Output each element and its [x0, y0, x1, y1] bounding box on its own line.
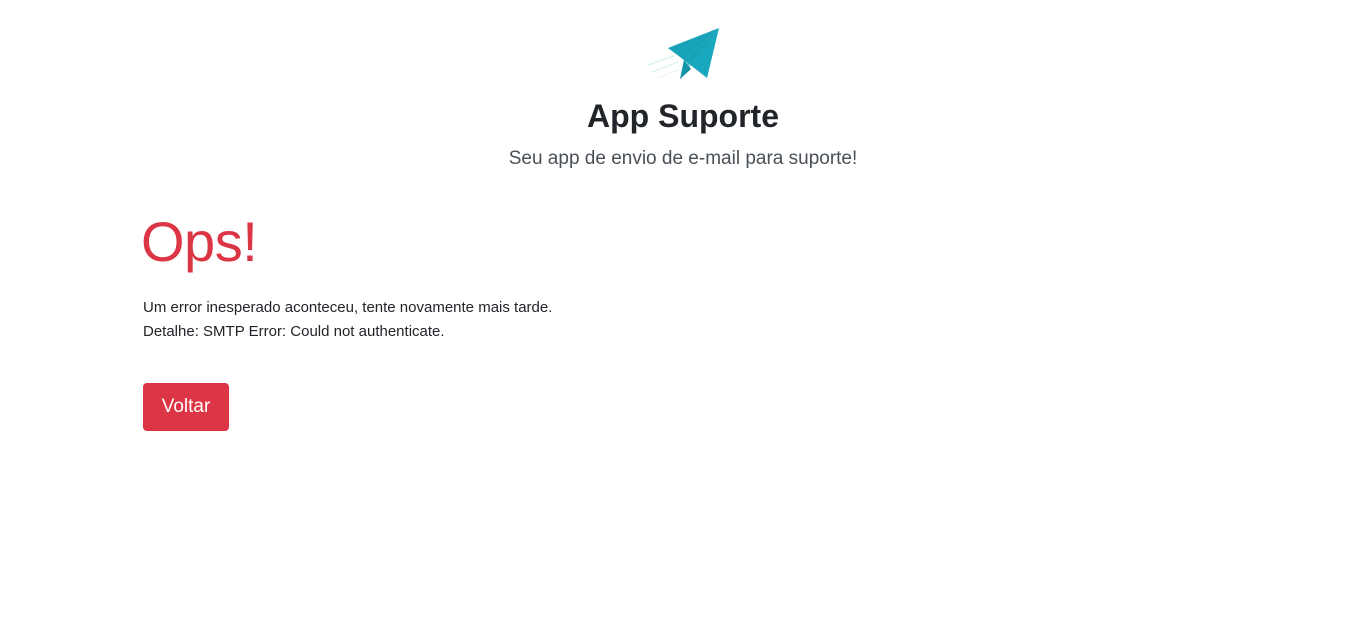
error-detail: Detalhe: SMTP Error: Could not authentic… [143, 323, 445, 340]
error-message: Um error inesperado aconteceu, tente nov… [143, 299, 553, 316]
app-subtitle: Seu app de envio de e-mail para suporte! [508, 148, 858, 169]
error-message-block: Um error inesperado aconteceu, tente nov… [143, 296, 552, 344]
back-button[interactable]: Voltar [143, 383, 229, 431]
error-title: Ops! [141, 210, 258, 273]
app-title: App Suporte [587, 98, 779, 134]
paper-plane-icon [646, 27, 720, 81]
page: App Suporte Seu app de envio de e-mail p… [0, 0, 1366, 625]
